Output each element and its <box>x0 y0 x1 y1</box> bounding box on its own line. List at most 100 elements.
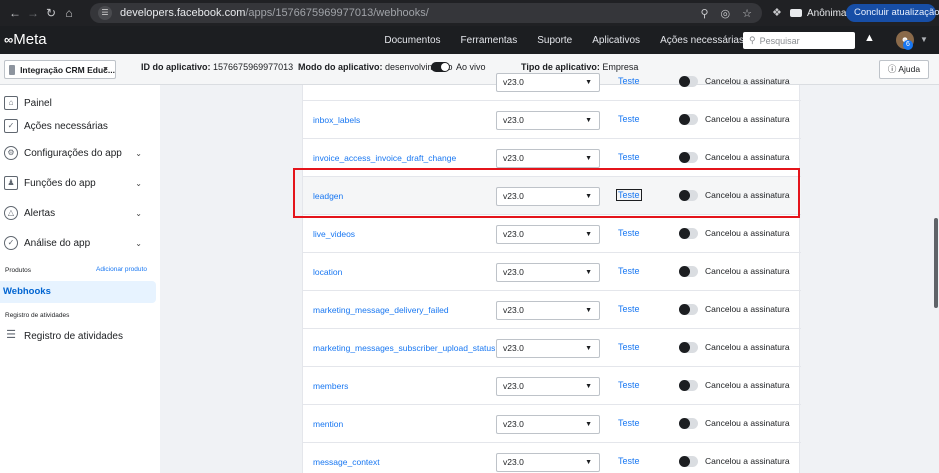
test-link[interactable]: Teste <box>618 418 640 428</box>
users-icon: ♟ <box>4 176 18 190</box>
forward-icon[interactable]: → <box>24 6 42 20</box>
back-icon[interactable]: ← <box>6 6 24 20</box>
url-path: /apps/1576675969977013/webhooks/ <box>245 7 429 19</box>
subscription-toggle[interactable] <box>679 114 698 125</box>
sidebar-item-painel[interactable]: ⌂ Painel <box>4 93 154 113</box>
test-link[interactable]: Teste <box>618 228 640 238</box>
subscription-toggle[interactable] <box>679 342 698 353</box>
scrollbar-thumb[interactable] <box>934 218 938 308</box>
app-selector[interactable]: Integração CRM Educ... ▼ <box>4 60 116 79</box>
webhook-field-name[interactable]: live_videos <box>313 229 355 239</box>
home-icon[interactable]: ⌂ <box>60 6 78 20</box>
webhook-field-name[interactable]: invoice_access_invoice_draft_change <box>313 153 456 163</box>
extensions-icon[interactable]: ❖ <box>772 6 782 19</box>
webhook-field-name[interactable]: marketing_messages_subscriber_upload_sta… <box>313 343 495 353</box>
version-select[interactable]: v23.0 ▼ <box>496 301 600 320</box>
sidebar-item-label: Alertas <box>24 207 56 219</box>
test-link[interactable]: Teste <box>618 342 640 352</box>
search-box[interactable]: ⚲ <box>743 32 855 49</box>
version-select[interactable]: v23.0 ▼ <box>496 453 600 472</box>
webhook-row: marketing_messages_subscriber_upload_sta… <box>303 329 801 367</box>
test-link[interactable]: Teste <box>618 456 640 466</box>
version-select[interactable]: v23.0 ▼ <box>496 415 600 434</box>
update-button[interactable]: Concluir atualização ⋮ <box>846 4 939 22</box>
subscription-toggle[interactable] <box>679 76 698 87</box>
help-button[interactable]: ⓘ Ajuda <box>879 60 929 79</box>
sidebar-item-configuracoes[interactable]: ⚙ Configurações do app ⌄ <box>4 143 154 163</box>
incognito-indicator[interactable]: Anônima <box>790 4 846 22</box>
sidebar-item-acoes-necessarias[interactable]: ✓ Ações necessárias <box>4 116 154 136</box>
reload-icon[interactable]: ↻ <box>42 6 60 20</box>
notifications-bell-icon[interactable]: ▲ <box>864 32 875 44</box>
menu-ferramentas[interactable]: Ferramentas <box>461 35 518 46</box>
webhook-field-name[interactable]: marketing_message_delivery_failed <box>313 305 449 315</box>
menu-documentos[interactable]: Documentos <box>384 35 440 46</box>
test-link[interactable]: Teste <box>618 152 640 162</box>
add-product-link[interactable]: Adicionar produto <box>96 266 147 273</box>
webhook-row: live_videos v23.0 ▼ Teste Cancelou a assinat… <box>303 215 801 253</box>
menu-acoes-necessarias[interactable]: Ações necessárias <box>660 35 744 46</box>
chevron-down-icon: ⌄ <box>135 208 142 218</box>
subscription-toggle[interactable] <box>679 228 698 239</box>
webhook-field-name[interactable]: mention <box>313 419 343 429</box>
meta-infinity-icon: ∞ <box>4 32 13 47</box>
meta-logo[interactable]: ∞ Meta <box>4 31 47 48</box>
version-select[interactable]: v23.0 ▼ <box>496 149 600 168</box>
subscription-toggle[interactable] <box>679 456 698 467</box>
webhook-field-name[interactable]: message_context <box>313 457 380 467</box>
sidebar-item-label: Painel <box>24 97 52 109</box>
version-value: v23.0 <box>503 77 524 87</box>
menu-aplicativos[interactable]: Aplicativos <box>592 35 640 46</box>
sidebar-item-label: Ações necessárias <box>24 120 108 132</box>
webhook-row: mention v23.0 ▼ Teste Cancelou a assinatura <box>303 405 801 443</box>
site-info-icon[interactable]: ☰ <box>98 6 112 20</box>
subscription-toggle[interactable] <box>679 380 698 391</box>
search-input[interactable] <box>759 35 845 46</box>
webhook-row: v23.0 ▼ Teste Cancelou a assinatura <box>303 63 801 101</box>
account-chevron-down-icon[interactable]: ▼ <box>920 35 928 44</box>
version-select[interactable]: v23.0 ▼ <box>496 377 600 396</box>
webhook-field-name[interactable]: location <box>313 267 342 277</box>
highlight-annotation-box <box>293 168 800 218</box>
version-value: v23.0 <box>503 343 524 353</box>
subscription-toggle[interactable] <box>679 418 698 429</box>
subscription-toggle[interactable] <box>679 152 698 163</box>
address-bar[interactable]: ☰ developers.facebook.com/apps/157667596… <box>90 3 762 23</box>
sidebar-item-registro-atividades[interactable]: ☰ Registro de atividades <box>4 326 154 346</box>
test-link[interactable]: Teste <box>618 304 640 314</box>
sidebar-item-label: Funções do app <box>24 177 96 189</box>
webhook-field-name[interactable]: inbox_labels <box>313 115 360 125</box>
version-select[interactable]: v23.0 ▼ <box>496 111 600 130</box>
dropdown-caret-icon: ▼ <box>585 231 592 238</box>
menu-suporte[interactable]: Suporte <box>537 35 572 46</box>
sidebar-item-funcoes[interactable]: ♟ Funções do app ⌄ <box>4 173 154 193</box>
help-label: Ajuda <box>898 64 921 74</box>
webhook-row: marketing_message_delivery_failed v23.0 ▼ T… <box>303 291 801 329</box>
sidebar-item-webhooks[interactable]: Webhooks <box>0 281 156 303</box>
subscription-toggle[interactable] <box>679 304 698 315</box>
main-content: v23.0 ▼ Teste Cancelou a assinatura inbox_la… <box>160 73 939 473</box>
sidebar-item-analise[interactable]: ✓ Análise do app ⌄ <box>4 233 154 253</box>
test-link[interactable]: Teste <box>618 380 640 390</box>
dropdown-caret-icon: ▼ <box>585 421 592 428</box>
test-link[interactable]: Teste <box>618 76 640 86</box>
eye-off-icon[interactable]: ◎ <box>721 7 731 20</box>
url-text[interactable]: developers.facebook.com/apps/15766759699… <box>120 7 429 19</box>
gear-icon: ⚙ <box>4 146 18 160</box>
version-select[interactable]: v23.0 ▼ <box>496 225 600 244</box>
dropdown-caret-icon: ▼ <box>585 383 592 390</box>
version-select[interactable]: v23.0 ▼ <box>496 339 600 358</box>
star-icon[interactable]: ☆ <box>742 7 752 20</box>
version-select[interactable]: v23.0 ▼ <box>496 263 600 282</box>
zoom-icon[interactable]: ⚲ <box>700 7 708 20</box>
subscription-toggle[interactable] <box>679 266 698 277</box>
scrollbar[interactable] <box>933 85 939 473</box>
test-link[interactable]: Teste <box>618 114 640 124</box>
sidebar-item-alertas[interactable]: △ Alertas ⌄ <box>4 203 154 223</box>
avatar-badge: 6 <box>903 40 913 50</box>
webhook-field-name[interactable]: members <box>313 381 348 391</box>
test-link[interactable]: Teste <box>618 266 640 276</box>
version-select[interactable]: v23.0 ▼ <box>496 73 600 92</box>
dropdown-caret-icon: ▼ <box>585 307 592 314</box>
avatar[interactable]: ☻6 <box>896 31 914 50</box>
